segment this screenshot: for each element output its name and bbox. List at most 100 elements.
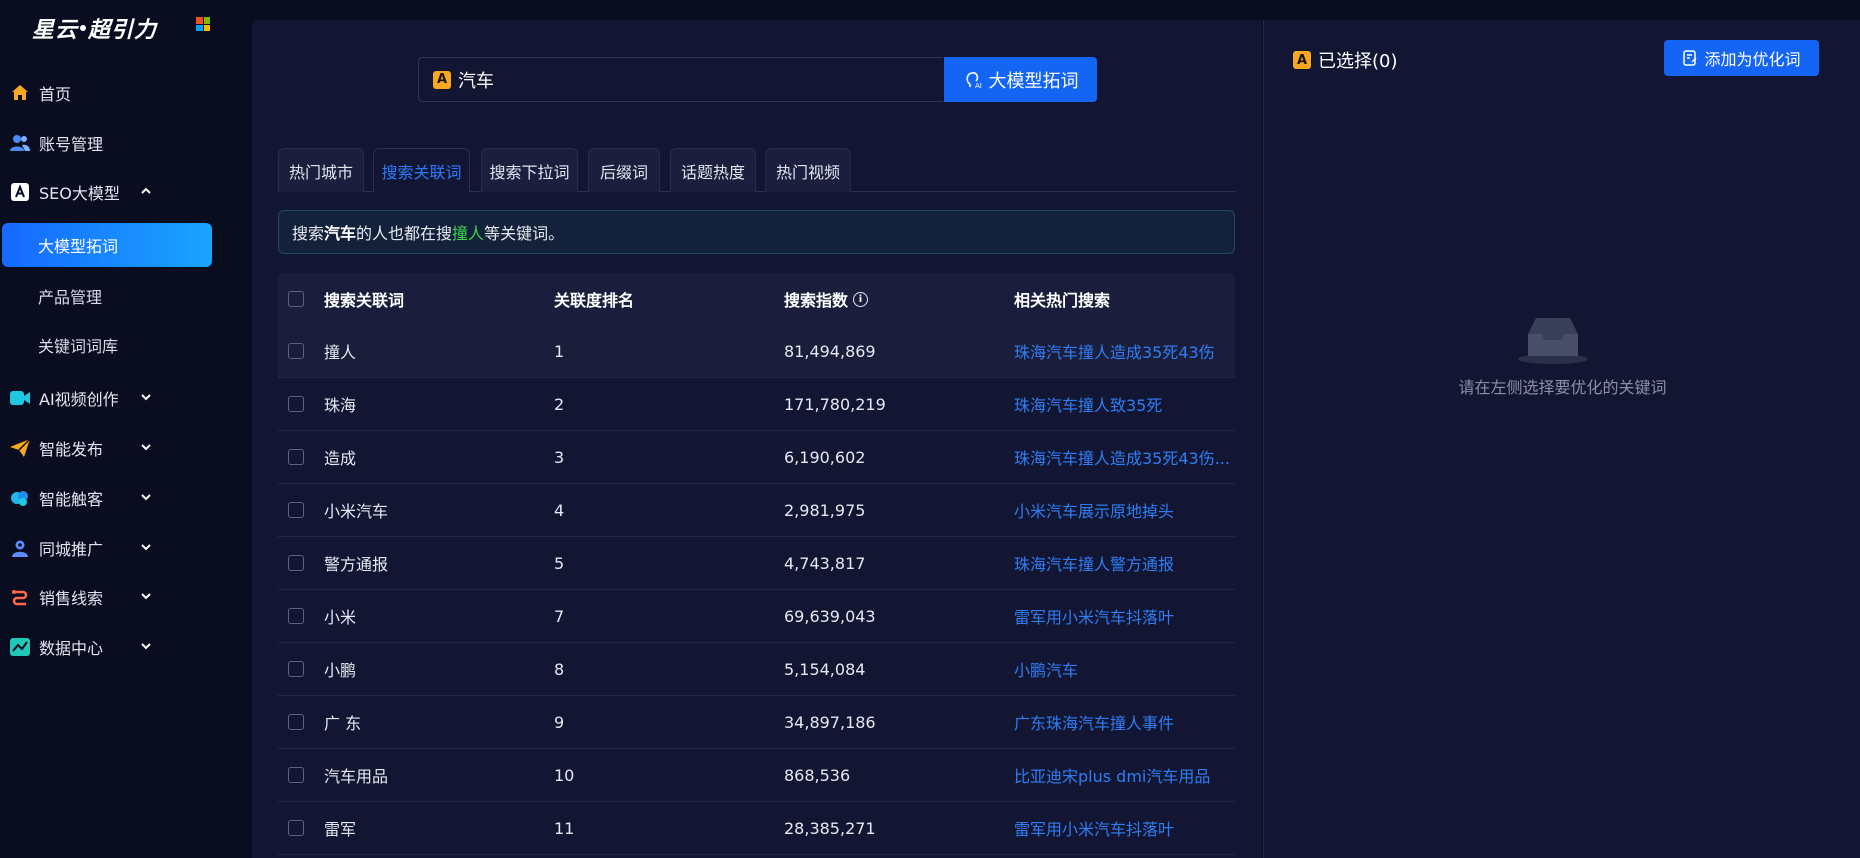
windows-icon[interactable] [196, 17, 210, 31]
row-checkbox[interactable] [288, 820, 304, 836]
row-checkbox[interactable] [288, 449, 304, 465]
cell-related-hot-link[interactable]: 珠海汽车撞人造成35死43伤 [1014, 339, 1234, 363]
sidebar-item-seo-model[interactable]: SEO大模型 [0, 169, 224, 215]
sidebar-item-label: AI视频创作 [39, 390, 119, 409]
cell-search-index: 34,897,186 [784, 712, 876, 732]
a-letter-icon: A [1293, 51, 1311, 69]
row-checkbox[interactable] [288, 767, 304, 783]
chart-icon [10, 637, 30, 657]
sidebar-item-local-promotion[interactable]: 同城推广 [0, 525, 224, 571]
selected-count: 已选择(0) [1318, 51, 1398, 72]
row-checkbox[interactable] [288, 555, 304, 571]
table-row[interactable]: 小米汽车 4 2,981,975 小米汽车展示原地掉头 [278, 484, 1235, 537]
table-row[interactable]: 撞人 1 81,494,869 珠海汽车撞人造成35死43伤 [278, 325, 1235, 378]
svg-text:AI: AI [975, 82, 982, 90]
model-expand-button[interactable]: AI 大模型拓词 [944, 57, 1097, 102]
table-row[interactable]: 警方通报 5 4,743,817 珠海汽车撞人警方通报 [278, 537, 1235, 590]
tab-hot-cities[interactable]: 热门城市 [278, 148, 364, 192]
row-checkbox[interactable] [288, 608, 304, 624]
add-optimization-word-button[interactable]: 添加为优化词 [1664, 40, 1819, 76]
search-input[interactable]: A 汽车 [418, 57, 943, 102]
info-icon[interactable]: i [853, 291, 869, 307]
ai-bulb-icon: AI [965, 71, 982, 90]
cell-related-hot-link[interactable]: 雷军用小米汽车抖落叶 [1014, 816, 1234, 840]
sidebar-subitem-label: 大模型拓词 [38, 237, 119, 256]
cell-related-hot-link[interactable]: 小鹏汽车 [1014, 657, 1234, 681]
location-user-icon [10, 538, 30, 558]
selected-title: A 已选择(0) [1293, 47, 1398, 73]
search-input-value: 汽车 [458, 70, 494, 92]
table-row[interactable]: 雷军 11 28,385,271 雷军用小米汽车抖落叶 [278, 802, 1235, 855]
cell-rank: 1 [554, 341, 565, 361]
sidebar-subitem-label: 产品管理 [38, 288, 103, 307]
table-row[interactable]: 汽车用品 10 868,536 比亚迪宋plus dmi汽车用品 [278, 749, 1235, 802]
cell-related-hot-link[interactable]: 小米汽车展示原地掉头 [1014, 498, 1234, 522]
sidebar-item-data-center[interactable]: 数据中心 [0, 624, 224, 670]
cell-related-word: 造成 [324, 449, 357, 468]
header-search-index: 搜索指数 i [784, 287, 1014, 311]
cell-search-index: 2,981,975 [784, 500, 866, 520]
document-edit-icon [1683, 50, 1698, 66]
tab-bar: 热门城市 搜索关联词 搜索下拉词 后缀词 话题热度 热门视频 [278, 148, 1236, 193]
select-all-checkbox[interactable] [288, 291, 304, 307]
sidebar-item-label: 数据中心 [39, 639, 104, 658]
sidebar-subitem-keyword-library[interactable]: 关键词词库 [2, 323, 212, 367]
header-rank: 关联度排名 [554, 291, 635, 310]
tip-keyword: 汽车 [324, 224, 357, 243]
sidebar-item-label: SEO大模型 [39, 184, 120, 203]
table-row[interactable]: 小鹏 8 5,154,084 小鹏汽车 [278, 643, 1235, 696]
header-search-index-label: 搜索指数 [784, 291, 849, 310]
row-checkbox[interactable] [288, 343, 304, 359]
cell-related-word: 雷军 [324, 820, 357, 839]
cell-rank: 10 [554, 765, 575, 785]
brand-logo[interactable]: 星云 超引力 [32, 10, 157, 46]
chevron-down-icon [141, 394, 151, 401]
sidebar-subitem-model-expand[interactable]: 大模型拓词 [2, 223, 212, 267]
cell-rank: 7 [554, 606, 565, 626]
empty-state-text: 请在左侧选择要优化的关键词 [1458, 378, 1667, 397]
cell-search-index: 69,639,043 [784, 606, 876, 626]
tab-search-dropdown[interactable]: 搜索下拉词 [481, 148, 578, 192]
sidebar-item-smart-reach[interactable]: 智能触客 [0, 475, 224, 521]
tip-text: 搜索 [292, 224, 325, 243]
tab-suffix-words[interactable]: 后缀词 [588, 148, 660, 192]
tab-topic-heat[interactable]: 话题热度 [670, 148, 756, 192]
cell-related-word: 珠海 [324, 396, 357, 415]
cell-related-hot-link[interactable]: 比亚迪宋plus dmi汽车用品 [1014, 763, 1234, 787]
table-row[interactable]: 小米 7 69,639,043 雷军用小米汽车抖落叶 [278, 590, 1235, 643]
tab-label: 话题热度 [680, 162, 745, 182]
sidebar-item-ai-video[interactable]: AI视频创作 [0, 375, 224, 421]
tab-search-related[interactable]: 搜索关联词 [373, 148, 470, 193]
chevron-down-icon [141, 444, 151, 451]
related-search-tip: 搜索 汽车 的人也都在搜 撞人 等关键词。 [278, 210, 1235, 254]
tab-label: 搜索关联词 [381, 163, 462, 182]
empty-inbox-icon [1518, 318, 1588, 364]
cell-rank: 2 [554, 394, 565, 414]
cell-related-hot-link[interactable]: 珠海汽车撞人造成35死43伤... [1014, 445, 1234, 469]
cell-related-word: 撞人 [324, 343, 357, 362]
table-row[interactable]: 造成 3 6,190,602 珠海汽车撞人造成35死43伤... [278, 431, 1235, 484]
sidebar-subitem-product-management[interactable]: 产品管理 [2, 274, 212, 318]
table-row[interactable]: 珠海 2 171,780,219 珠海汽车撞人致35死 [278, 378, 1235, 431]
cell-related-word: 警方通报 [324, 555, 389, 574]
cell-related-hot-link[interactable]: 珠海汽车撞人致35死 [1014, 392, 1234, 416]
table-row[interactable]: 广 东 9 34,897,186 广东珠海汽车撞人事件 [278, 696, 1235, 749]
sidebar-item-accounts[interactable]: 账号管理 [0, 120, 224, 166]
sidebar-item-sales-leads[interactable]: 销售线索 [0, 574, 224, 620]
add-button-label: 添加为优化词 [1704, 50, 1801, 69]
row-checkbox[interactable] [288, 396, 304, 412]
cell-related-word: 小鹏 [324, 661, 357, 680]
tip-highlight: 撞人 [452, 224, 485, 243]
cell-related-hot-link[interactable]: 珠海汽车撞人警方通报 [1014, 551, 1234, 575]
cell-rank: 5 [554, 553, 565, 573]
row-checkbox[interactable] [288, 661, 304, 677]
tab-hot-videos[interactable]: 热门视频 [765, 148, 851, 192]
cell-related-hot-link[interactable]: 广东珠海汽车撞人事件 [1014, 710, 1234, 734]
sidebar-item-smart-publish[interactable]: 智能发布 [0, 425, 224, 471]
cell-related-hot-link[interactable]: 雷军用小米汽车抖落叶 [1014, 604, 1234, 628]
sidebar-item-home[interactable]: 首页 [0, 70, 224, 116]
sidebar-item-label: 首页 [39, 85, 72, 104]
cell-related-word: 小米汽车 [324, 502, 389, 521]
row-checkbox[interactable] [288, 714, 304, 730]
row-checkbox[interactable] [288, 502, 304, 518]
